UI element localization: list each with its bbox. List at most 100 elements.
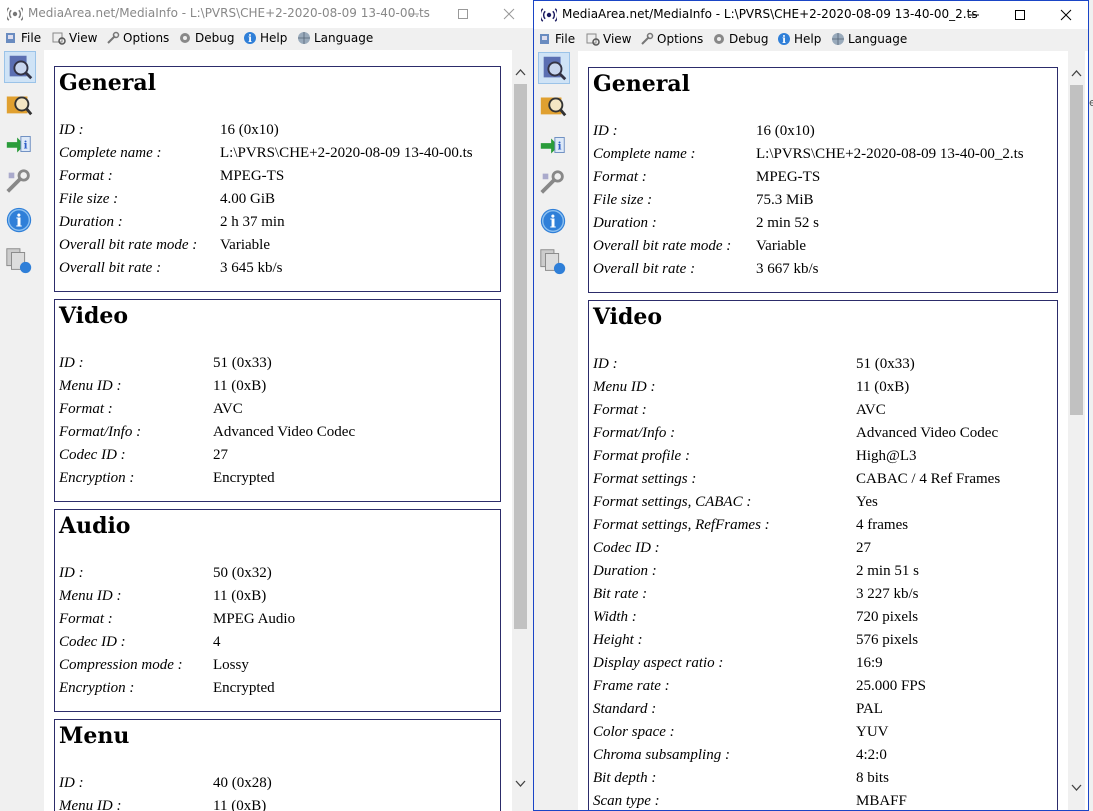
preferences-tool[interactable] <box>4 167 36 199</box>
property-name: Compression mode : <box>59 657 183 673</box>
scroll-down-icon[interactable] <box>515 778 526 789</box>
batch-tool[interactable] <box>538 246 570 278</box>
menu-file[interactable]: File <box>4 30 41 46</box>
title-bar[interactable]: MediaArea.net/MediaInfo - L:\PVRS\CHE+2-… <box>534 1 1088 29</box>
info-panel[interactable]: General ID : 16 (0x10) Complete name : L:\PV… <box>578 51 1088 810</box>
preferences-tool[interactable] <box>538 168 570 200</box>
property-row: Display aspect ratio : 16:9 <box>593 655 1055 675</box>
scroll-thumb[interactable] <box>514 84 527 629</box>
export-icon: i <box>6 136 31 153</box>
background-window-text: e <box>1089 96 1093 109</box>
menu-options-label: Options <box>123 31 170 45</box>
scroll-thumb[interactable] <box>1070 85 1083 415</box>
property-row: Format : MPEG Audio <box>59 611 498 631</box>
property-name: Duration : <box>593 563 657 579</box>
mediainfo-window-left: MediaArea.net/MediaInfo - L:\PVRS\CHE+2-… <box>0 0 533 811</box>
section-title: General <box>59 70 156 96</box>
info-panel[interactable]: General ID : 16 (0x10) Complete name : L:\PV… <box>44 50 512 811</box>
property-row: Duration : 2 min 52 s <box>593 215 1055 235</box>
property-value: 16:9 <box>856 655 883 671</box>
menu-options[interactable]: Options <box>640 31 703 47</box>
property-name: Frame rate : <box>593 678 670 694</box>
property-name: Format settings, CABAC : <box>593 494 752 510</box>
property-value: 4 <box>213 634 221 650</box>
property-name: Format : <box>593 169 647 185</box>
scroll-up-icon[interactable] <box>1071 68 1082 79</box>
menu-language[interactable]: Language <box>297 30 373 46</box>
menu-help[interactable]: i Help <box>777 31 821 47</box>
file-menu-icon <box>540 34 549 44</box>
property-row: Complete name : L:\PVRS\CHE+2-2020-08-09 … <box>593 146 1055 166</box>
property-name: Overall bit rate mode : <box>593 238 732 254</box>
section-title: General <box>593 71 690 97</box>
property-name: Format : <box>593 402 647 418</box>
property-value: Advanced Video Codec <box>856 425 999 441</box>
title-bar[interactable]: MediaArea.net/MediaInfo - L:\PVRS\CHE+2-… <box>0 0 533 28</box>
open-file-tool[interactable] <box>4 51 36 83</box>
property-value: 4.00 GiB <box>220 191 276 207</box>
open-folder-tool[interactable] <box>4 89 36 121</box>
property-value: L:\PVRS\CHE+2-2020-08-09 13-40-00.ts <box>220 145 473 161</box>
property-value: 27 <box>856 540 871 556</box>
property-name: Codec ID : <box>59 634 126 650</box>
export-icon: i <box>540 137 565 154</box>
minimize-icon <box>969 14 979 16</box>
property-row: Menu ID : 11 (0xB) <box>593 379 1055 399</box>
menu-file[interactable]: File <box>538 31 575 47</box>
minimize-button[interactable] <box>951 1 997 29</box>
menu-view[interactable]: View <box>52 30 97 46</box>
menu-language[interactable]: Language <box>831 31 907 47</box>
property-name: Format : <box>59 401 113 417</box>
property-value: AVC <box>213 401 243 417</box>
minimize-button[interactable] <box>391 0 437 28</box>
scroll-up-icon[interactable] <box>515 67 526 78</box>
export-tool[interactable]: i <box>4 129 36 161</box>
about-tool[interactable]: i <box>4 205 36 237</box>
batch-files-icon <box>540 249 566 275</box>
property-row: Codec ID : 27 <box>593 540 1055 560</box>
open-folder-icon <box>540 97 567 117</box>
menu-help[interactable]: i Help <box>243 30 287 46</box>
property-value: L:\PVRS\CHE+2-2020-08-09 13-40-00_2.ts <box>756 146 1024 162</box>
svg-text:i: i <box>558 141 562 153</box>
preferences-wrench-icon <box>6 169 30 193</box>
export-tool[interactable]: i <box>538 130 570 162</box>
property-value: 3 227 kb/s <box>856 586 919 602</box>
close-button[interactable] <box>1043 1 1088 29</box>
menu-options[interactable]: Options <box>106 30 169 46</box>
close-button[interactable] <box>486 0 532 28</box>
maximize-button[interactable] <box>440 0 486 28</box>
property-row: Bit depth : 8 bits <box>593 770 1055 790</box>
property-name: Complete name : <box>593 146 696 162</box>
maximize-button[interactable] <box>997 1 1043 29</box>
property-row: Overall bit rate mode : Variable <box>59 237 498 257</box>
scroll-down-icon[interactable] <box>1071 782 1082 793</box>
property-name: Standard : <box>593 701 657 717</box>
vertical-scrollbar[interactable] <box>512 50 529 811</box>
property-row: Compression mode : Lossy <box>59 657 498 677</box>
batch-tool[interactable] <box>4 245 36 277</box>
property-name: Scan type : <box>593 793 660 809</box>
menu-view[interactable]: View <box>586 31 631 47</box>
info-icon: i <box>6 207 32 233</box>
property-row: Format/Info : Advanced Video Codec <box>593 425 1055 445</box>
about-tool[interactable]: i <box>538 206 570 238</box>
property-row: File size : 75.3 MiB <box>593 192 1055 212</box>
property-name: Bit rate : <box>593 586 648 602</box>
open-folder-tool[interactable] <box>538 90 570 122</box>
open-file-icon <box>543 56 567 81</box>
property-name: Width : <box>593 609 637 625</box>
menu-debug[interactable]: Debug <box>712 31 768 47</box>
section-video: Video ID : 51 (0x33) Menu ID : 11 (0xB) Forma… <box>588 300 1058 810</box>
menu-debug[interactable]: Debug <box>178 30 234 46</box>
property-name: Duration : <box>59 214 123 230</box>
preferences-wrench-icon <box>540 170 564 194</box>
help-menu-icon: i <box>778 33 790 46</box>
vertical-scrollbar[interactable] <box>1068 51 1085 810</box>
property-row: Format settings, CABAC : Yes <box>593 494 1055 514</box>
property-row: Format/Info : Advanced Video Codec <box>59 424 498 444</box>
open-file-tool[interactable] <box>538 52 570 84</box>
property-row: Standard : PAL <box>593 701 1055 721</box>
property-value: 16 (0x10) <box>220 122 279 138</box>
property-value: YUV <box>856 724 889 740</box>
